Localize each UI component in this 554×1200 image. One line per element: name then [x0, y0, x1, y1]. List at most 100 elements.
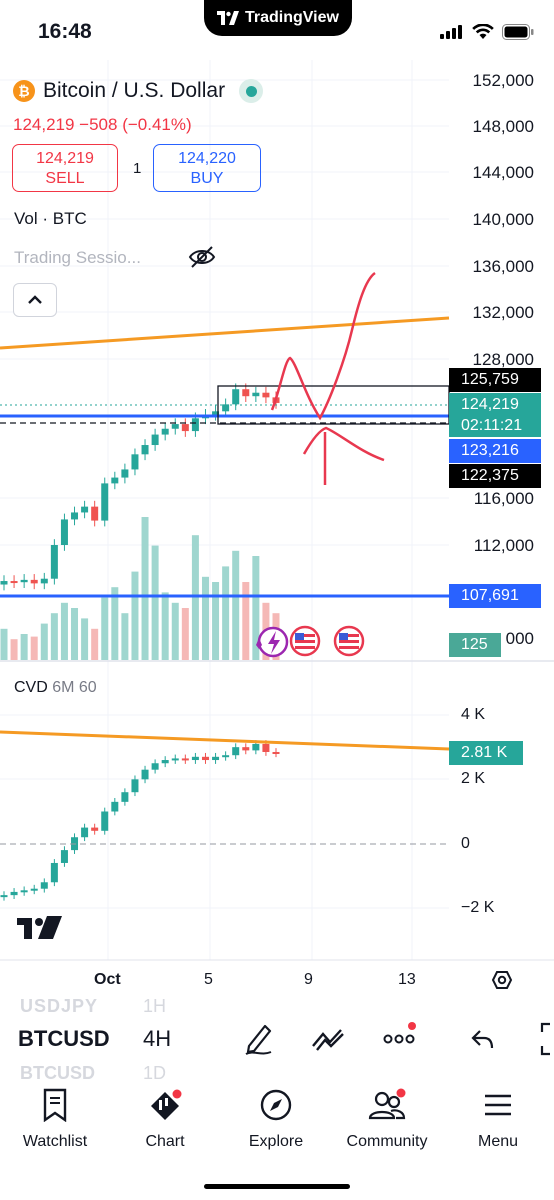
cvd-candle-body [141, 769, 149, 780]
nav-chart[interactable]: Chart [110, 1088, 220, 1151]
cvd-axis-label: −2 K [461, 899, 495, 916]
volume-bar [30, 636, 38, 660]
us-event-flag-icon[interactable] [289, 625, 321, 657]
cvd-candle-body [272, 751, 280, 754]
nav-menu[interactable]: Menu [443, 1088, 553, 1151]
nav-watchlist-label: Watchlist [22, 1133, 88, 1150]
fullscreen-icon[interactable] [538, 1022, 554, 1056]
buy-label: BUY [190, 170, 224, 187]
cvd-indicator-label[interactable]: CVD 6M 60 [14, 679, 97, 697]
cvd-candle-body [232, 747, 240, 756]
bitcoin-icon: ₿ [13, 80, 35, 102]
symbol-option-faded[interactable]: BTCUSD [20, 1063, 95, 1084]
resistance-trend-line[interactable] [0, 316, 450, 350]
high-price-tag[interactable]: 125,759 [449, 368, 541, 392]
volume-indicator-label[interactable]: Vol · BTC [14, 209, 87, 229]
trading-session-label[interactable]: Trading Sessio... [14, 248, 141, 268]
volume-bar [191, 535, 199, 660]
symbol-selector[interactable]: BTCUSD [18, 1026, 110, 1052]
nav-community[interactable]: Community [332, 1088, 442, 1151]
projection-drawing[interactable] [270, 271, 376, 421]
price-candle-body [121, 469, 129, 478]
volume-bar [111, 587, 119, 660]
price-candle-body [0, 581, 8, 585]
price-candle-body [71, 512, 79, 520]
price-candle-body [20, 579, 28, 583]
price-candle-body [60, 519, 68, 545]
price-candle-body [161, 428, 169, 435]
tradingview-logo-icon [217, 11, 240, 25]
support-level-tag[interactable]: 107,691 [449, 584, 541, 608]
wifi-icon [472, 24, 494, 39]
volume-bar [222, 566, 230, 660]
drawing-tools-icon[interactable] [311, 1026, 347, 1052]
community-icon [368, 1088, 406, 1120]
tradingview-watermark-icon [17, 916, 62, 939]
cvd-axis-label: 0 [461, 835, 470, 852]
blue-level-tag[interactable]: 123,216 [449, 439, 541, 463]
cvd-candle-body [222, 755, 230, 758]
cvd-value-tag[interactable]: 2.81 K [449, 741, 523, 765]
cvd-candle-body [60, 850, 68, 863]
draw-brush-icon[interactable] [243, 1022, 275, 1056]
cvd-candle-body [171, 758, 179, 761]
cvd-candle-body [252, 743, 260, 751]
sell-button[interactable]: 124,219 SELL [12, 144, 118, 192]
cvd-candle-body [161, 760, 169, 764]
cvd-axis-label: 2 K [461, 770, 486, 787]
watchlist-icon [43, 1088, 67, 1123]
price-candle-body [191, 418, 199, 432]
more-dots-icon[interactable] [382, 1022, 418, 1052]
cvd-candle-body [111, 801, 119, 812]
symbol-title[interactable]: Bitcoin / U.S. Dollar [43, 79, 225, 103]
low-price-tag[interactable]: 122,375 [449, 464, 541, 488]
buy-button[interactable]: 124,220 BUY [153, 144, 261, 192]
undo-icon[interactable] [470, 1027, 496, 1051]
volume-bar [232, 550, 240, 660]
nav-explore[interactable]: Explore [221, 1088, 331, 1151]
price-candle-body [141, 445, 149, 455]
us-event-flag-icon-2[interactable] [333, 625, 365, 657]
price-candle-body [40, 578, 48, 584]
interval-option-faded[interactable]: 1D [143, 1063, 166, 1084]
interval-option-faded[interactable]: 1H [143, 996, 166, 1017]
volume-bar [131, 571, 139, 660]
nav-explore-label: Explore [248, 1133, 304, 1150]
legend-header: ₿ Bitcoin / U.S. Dollar [0, 79, 264, 103]
hide-eye-icon[interactable] [188, 244, 216, 270]
last-price-value: 124,219 [461, 396, 519, 413]
cvd-trend-line[interactable] [0, 730, 450, 751]
cvd-candle-body [81, 827, 89, 838]
volume-bar [201, 576, 209, 660]
chart-grid [0, 60, 449, 960]
price-axis-label: 112,000 [473, 536, 534, 555]
price-axis-label: 140,000 [472, 210, 534, 229]
volume-bar [181, 608, 189, 660]
collapse-legend-button[interactable] [13, 283, 57, 317]
cvd-axis-label: 4 K [461, 706, 486, 723]
chart-settings-icon[interactable] [491, 971, 513, 989]
nav-watchlist[interactable]: Watchlist [0, 1088, 110, 1151]
cellular-signal-icon [440, 25, 462, 39]
last-price-tag[interactable]: 124,219 02:11:21 [449, 393, 541, 437]
sell-label: SELL [45, 170, 85, 187]
nav-community-label: Community [346, 1133, 428, 1150]
chart-canvas[interactable] [0, 60, 554, 1000]
cvd-candle-body [101, 811, 109, 831]
cvd-candle-body [262, 743, 270, 752]
symbol-option-faded[interactable]: USDJPY [20, 996, 98, 1017]
price-axis-label: 132,000 [472, 303, 534, 322]
spread-value: 1 [133, 160, 142, 177]
arrow-head-drawing[interactable] [302, 426, 385, 462]
volume-bar [20, 634, 28, 660]
market-open-status-icon[interactable] [239, 79, 264, 103]
interval-selector[interactable]: 4H [143, 1026, 171, 1052]
compass-icon [260, 1089, 292, 1121]
price-candle-body [151, 434, 159, 446]
volume-bar [151, 545, 159, 660]
price-candle-body [50, 545, 58, 579]
event-flash-icon[interactable] [256, 626, 289, 658]
range-rectangle[interactable] [217, 385, 450, 425]
bar-countdown: 02:11:21 [461, 417, 523, 434]
cvd-candle-body [121, 792, 129, 802]
